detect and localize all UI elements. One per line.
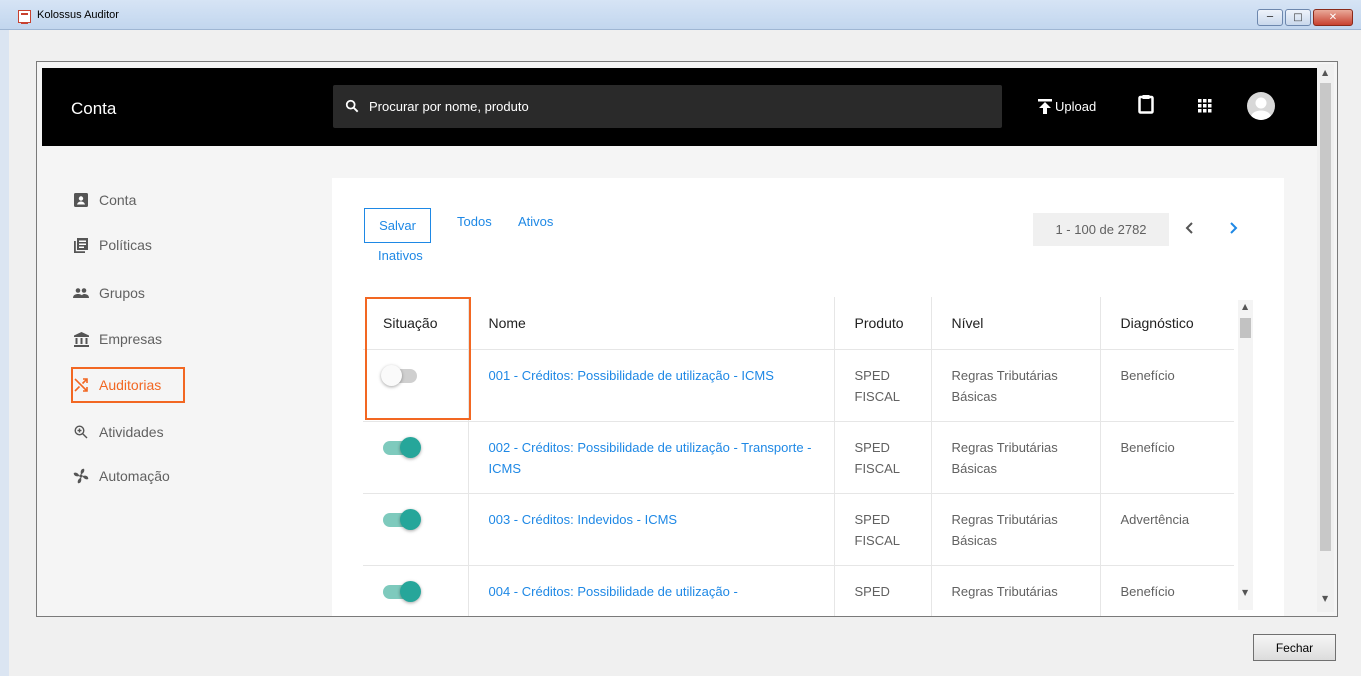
avatar[interactable] xyxy=(1247,92,1275,120)
window-controls: ─ □ ✕ xyxy=(1257,9,1353,26)
account-box-icon xyxy=(73,192,89,208)
window-title: Kolossus Auditor xyxy=(37,9,119,21)
sidebar-item-label: Empresas xyxy=(99,331,163,347)
table-row: 002 - Créditos: Possibilidade de utiliza… xyxy=(363,421,1234,494)
scroll-up-icon[interactable]: ▲ xyxy=(1242,302,1248,311)
fan-icon xyxy=(73,468,89,484)
sidebar-item-label: Grupos xyxy=(99,285,145,301)
user-icon xyxy=(1251,97,1271,120)
table-scrollbar[interactable]: ▲ ▼ xyxy=(1238,300,1253,610)
sidebar-item-automacao[interactable]: Automação xyxy=(73,468,170,484)
table-row: 001 - Créditos: Possibilidade de utiliza… xyxy=(363,349,1234,422)
pagination-range: 1 - 100 de 2782 xyxy=(1033,213,1169,246)
audit-name-link[interactable]: 002 - Créditos: Possibilidade de utiliza… xyxy=(467,421,834,494)
app-icon xyxy=(18,10,31,24)
audits-card: Salvar Todos Ativos Inativos 1 - 100 de … xyxy=(332,178,1284,616)
column-header-diagnostico: Diagnóstico xyxy=(1099,297,1234,350)
upload-icon xyxy=(1038,99,1052,114)
search-placeholder: Procurar por nome, produto xyxy=(369,99,529,114)
people-icon xyxy=(73,285,89,301)
sidebar-item-label: Automação xyxy=(99,468,170,484)
maximize-icon[interactable]: □ xyxy=(1285,9,1311,26)
status-cell xyxy=(363,421,468,494)
level-cell: Regras Tributárias Básicas xyxy=(930,493,1100,566)
window-titlebar: Kolossus Auditor ─ □ ✕ xyxy=(0,0,1361,30)
column-header-produto: Produto xyxy=(833,297,931,350)
main-frame: Conta Procurar por nome, produto Upload xyxy=(36,61,1338,617)
sidebar-item-grupos[interactable]: Grupos xyxy=(73,285,145,301)
clipboard-icon[interactable] xyxy=(1138,94,1154,114)
audit-name-link[interactable]: 003 - Créditos: Indevidos - ICMS xyxy=(467,493,834,566)
tab-inativos[interactable]: Inativos xyxy=(378,248,423,263)
tab-ativos[interactable]: Ativos xyxy=(518,214,553,229)
sidebar-item-label: Políticas xyxy=(99,237,152,253)
status-toggle[interactable] xyxy=(383,580,421,602)
auditorias-highlight-box xyxy=(71,367,185,403)
situacao-highlight-box xyxy=(365,297,471,420)
sidebar-item-politicas[interactable]: Políticas xyxy=(73,237,152,253)
status-toggle[interactable] xyxy=(383,508,421,530)
table-scrollbar-thumb[interactable] xyxy=(1240,318,1251,338)
tab-todos[interactable]: Todos xyxy=(457,214,492,229)
level-cell: Regras Tributárias Básicas xyxy=(930,349,1100,422)
product-cell: SPED FISCAL xyxy=(833,493,931,566)
diagnosis-cell: Benefício xyxy=(1099,421,1234,494)
upload-label: Upload xyxy=(1055,99,1097,114)
search-input[interactable]: Procurar por nome, produto xyxy=(333,85,1002,128)
app-bar: Conta Procurar por nome, produto Upload xyxy=(42,68,1319,146)
level-cell: Regras Tributárias Básicas xyxy=(930,421,1100,494)
diagnosis-cell: Benefício xyxy=(1099,349,1234,422)
sidebar-item-label: Conta xyxy=(99,192,137,208)
scroll-up-icon[interactable]: ▲ xyxy=(1322,68,1328,77)
scroll-down-icon[interactable]: ▼ xyxy=(1242,588,1248,597)
sidebar-item-label: Atividades xyxy=(99,424,164,440)
page-scrollbar-thumb[interactable] xyxy=(1320,83,1331,551)
apps-grid-icon[interactable] xyxy=(1198,99,1212,113)
table-header-row: Situação Nome Produto Nível Diagnóstico xyxy=(363,297,1234,350)
minimize-icon[interactable]: ─ xyxy=(1257,9,1283,26)
close-icon[interactable]: ✕ xyxy=(1313,9,1353,26)
audit-name-link[interactable]: 001 - Créditos: Possibilidade de utiliza… xyxy=(467,349,834,422)
status-cell xyxy=(363,565,468,616)
bank-icon xyxy=(73,331,89,347)
page-scrollbar[interactable]: ▲ ▼ xyxy=(1317,64,1334,612)
table-row: 004 - Créditos: Possibilidade de utiliza… xyxy=(363,565,1234,616)
chevron-right-icon[interactable] xyxy=(1225,220,1241,236)
search-icon xyxy=(345,99,359,113)
chevron-left-icon[interactable] xyxy=(1182,220,1198,236)
column-header-nivel: Nível xyxy=(930,297,1100,350)
status-toggle[interactable] xyxy=(383,436,421,458)
audit-name-link[interactable]: 004 - Créditos: Possibilidade de utiliza… xyxy=(467,565,834,616)
diagnosis-cell: Benefício xyxy=(1099,565,1234,616)
library-books-icon xyxy=(73,237,89,253)
save-button[interactable]: Salvar xyxy=(364,208,431,243)
page-title: Conta xyxy=(71,99,117,118)
zoom-icon xyxy=(73,424,89,440)
window-left-edge xyxy=(0,30,9,676)
table-row: 003 - Créditos: Indevidos - ICMS SPED FI… xyxy=(363,493,1234,566)
sidebar-item-empresas[interactable]: Empresas xyxy=(73,331,162,347)
upload-button[interactable]: Upload xyxy=(1038,99,1096,114)
sidebar-item-atividades[interactable]: Atividades xyxy=(73,424,164,440)
diagnosis-cell: Advertência xyxy=(1099,493,1234,566)
product-cell: SPED FISCAL xyxy=(833,349,931,422)
scroll-down-icon[interactable]: ▼ xyxy=(1322,594,1328,603)
status-cell xyxy=(363,493,468,566)
level-cell: Regras Tributárias xyxy=(930,565,1100,616)
column-header-nome: Nome xyxy=(467,297,834,350)
product-cell: SPED FISCAL xyxy=(833,421,931,494)
close-button[interactable]: Fechar xyxy=(1253,634,1336,661)
sidebar-item-conta[interactable]: Conta xyxy=(73,192,136,208)
audits-table: Situação Nome Produto Nível Diagnóstico … xyxy=(363,297,1256,616)
product-cell: SPED xyxy=(833,565,931,616)
